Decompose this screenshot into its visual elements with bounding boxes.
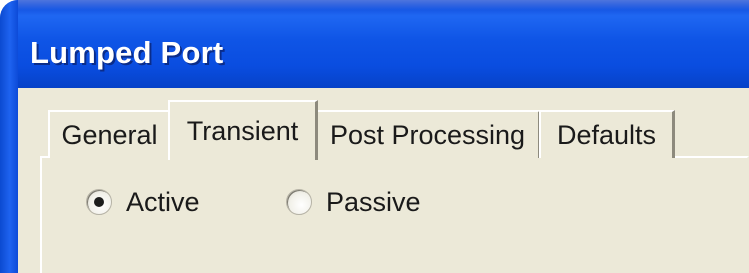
active-radio-label[interactable]: Active [126,187,200,218]
passive-radio-option[interactable]: Passive [286,182,421,222]
window-left-frame [0,0,18,273]
active-radio-button[interactable] [86,189,112,215]
title-bar[interactable]: Lumped Port [0,0,749,88]
lumped-port-dialog: Lumped Port General Post Processing Defa… [0,0,749,273]
tab-transient[interactable]: Transient [168,100,318,160]
tab-post-processing[interactable]: Post Processing [315,110,541,158]
active-radio-option[interactable]: Active [86,182,200,222]
dialog-content: General Post Processing Defaults Transie… [18,88,749,273]
tab-defaults[interactable]: Defaults [539,110,675,158]
title-bar-highlight [0,0,749,10]
tab-general[interactable]: General [48,110,172,158]
selected-radio-dot [94,197,104,207]
passive-radio-button[interactable] [286,189,312,215]
window-title: Lumped Port [30,35,224,70]
passive-radio-label[interactable]: Passive [326,187,421,218]
